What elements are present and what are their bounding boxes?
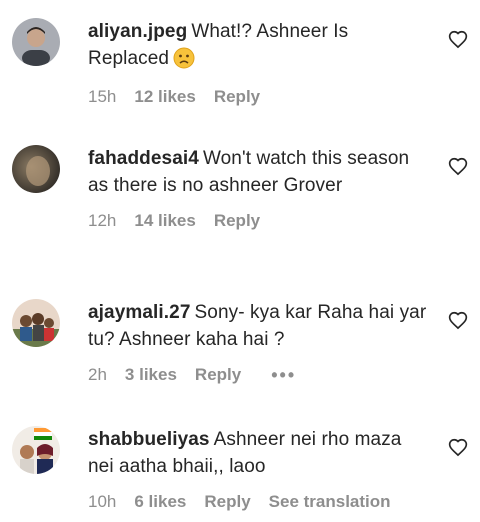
comment-text: aliyan.jpeg What!? Ashneer Is Replaced (88, 18, 428, 72)
comment-likes[interactable]: 3 likes (125, 365, 177, 385)
comment-meta: 10h 6 likes Reply See translation (88, 492, 428, 512)
avatar[interactable] (12, 426, 60, 474)
comment-text: fahaddesai4 Won't watch this season as th… (88, 145, 428, 199)
like-heart-icon[interactable] (448, 438, 468, 458)
avatar[interactable] (12, 299, 60, 347)
avatar[interactable] (12, 145, 60, 193)
comment-meta: 12h 14 likes Reply (88, 211, 428, 231)
reply-button[interactable]: Reply (214, 211, 260, 231)
comment-likes[interactable]: 12 likes (134, 87, 195, 107)
comment-time: 2h (88, 365, 107, 384)
comment-username[interactable]: fahaddesai4 (88, 148, 199, 169)
comment-likes[interactable]: 14 likes (134, 211, 195, 231)
like-heart-icon[interactable] (448, 30, 468, 50)
reply-button[interactable]: Reply (195, 365, 241, 385)
avatar[interactable] (12, 18, 60, 66)
comment-meta: 15h 12 likes Reply (88, 87, 428, 107)
comment-text: ajaymali.27 Sony- kya kar Raha hai yar tu… (88, 299, 428, 353)
comment-username[interactable]: aliyan.jpeg (88, 21, 187, 42)
reply-button[interactable]: Reply (214, 87, 260, 107)
more-options-icon[interactable]: ••• (271, 365, 296, 386)
see-translation-button[interactable]: See translation (269, 492, 391, 512)
like-heart-icon[interactable] (448, 157, 468, 177)
comment-username[interactable]: shabbueliyas (88, 429, 210, 450)
comment-time: 12h (88, 211, 117, 230)
comment-likes[interactable]: 6 likes (134, 492, 186, 512)
like-heart-icon[interactable] (448, 311, 468, 331)
comment-username[interactable]: ajaymali.27 (88, 302, 191, 323)
comment-meta: 2h 3 likes Reply ••• (88, 365, 428, 385)
reply-button[interactable]: Reply (204, 492, 250, 512)
comment-time: 15h (88, 87, 117, 106)
comment-text: shabbueliyas Ashneer nei rho maza nei aat… (88, 426, 428, 480)
comment-time: 10h (88, 492, 117, 511)
sad-face-emoji-icon (173, 47, 195, 69)
